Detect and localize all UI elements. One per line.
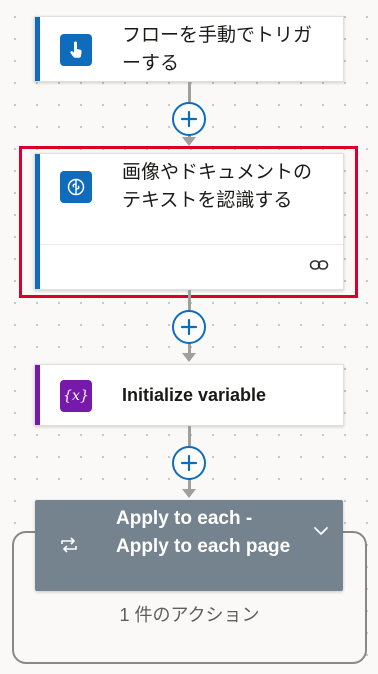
connector-arrow <box>182 489 196 498</box>
trigger-accent-bar <box>35 17 40 81</box>
plus-icon <box>180 110 198 128</box>
trigger-card[interactable]: フローを手動でトリガーする <box>34 16 344 82</box>
variable-accent-bar <box>35 365 40 425</box>
apply-to-each-header[interactable]: Apply to each - Apply to each page <box>35 500 343 591</box>
apply-to-each-title: Apply to each - Apply to each page <box>116 508 291 557</box>
add-step-button[interactable] <box>172 102 206 136</box>
plus-icon <box>180 454 198 472</box>
variable-icon: {x} <box>60 380 92 412</box>
initialize-variable-title: Initialize variable <box>122 385 267 405</box>
add-step-button[interactable] <box>172 310 206 344</box>
add-step-button[interactable] <box>172 446 206 480</box>
chevron-down-icon[interactable] <box>313 524 329 536</box>
selection-highlight <box>19 146 358 298</box>
plus-icon <box>180 318 198 336</box>
loop-icon <box>59 536 79 554</box>
variable-icon-text: {x} <box>63 388 89 404</box>
connector-arrow <box>182 353 196 362</box>
trigger-title: フローを手動でトリガーする <box>122 25 313 74</box>
action-count-text[interactable]: 1 件のアクション <box>14 601 365 627</box>
hand-tap-icon <box>60 34 92 66</box>
connector-arrow <box>182 137 196 146</box>
initialize-variable-card[interactable]: {x} Initialize variable <box>34 364 344 426</box>
